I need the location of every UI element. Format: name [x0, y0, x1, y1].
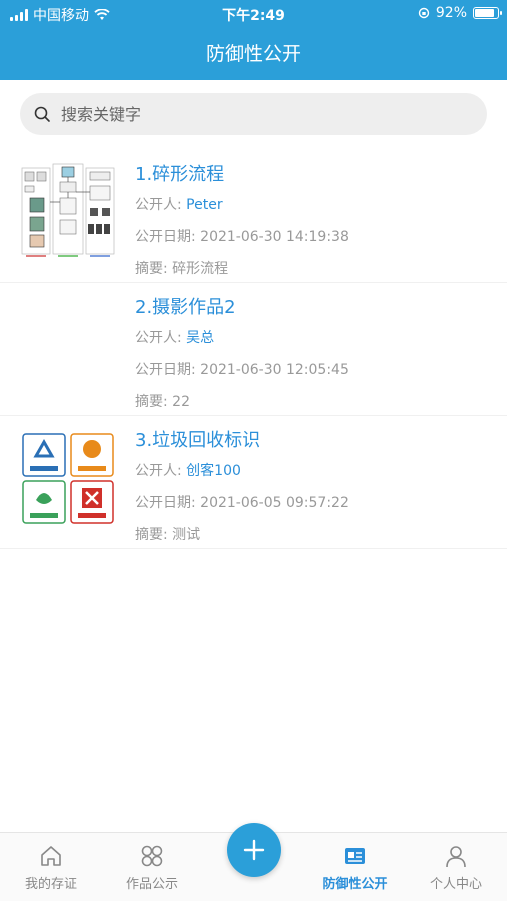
item-date: 公开日期: 2021-06-30 14:19:38: [135, 226, 349, 246]
date-value: 2021-06-05 09:57:22: [200, 495, 349, 511]
item-title: 2.摄影作品2: [135, 297, 236, 318]
tab-works-public[interactable]: 作品公示: [107, 843, 197, 892]
plus-icon: [243, 839, 265, 861]
empty-thumbnail: [20, 295, 116, 395]
date-value: 2021-06-30 12:05:45: [200, 362, 349, 378]
publisher-name: 吴总: [186, 330, 215, 346]
person-icon: [446, 846, 466, 868]
summary-label: 摘要:: [135, 527, 173, 543]
summary-label: 摘要:: [135, 261, 173, 277]
orientation-lock-icon: [418, 7, 430, 19]
date-label: 公开日期:: [135, 229, 201, 245]
publisher-label: 公开人:: [135, 330, 187, 346]
item-title: 1.碎形流程: [135, 164, 225, 185]
status-bar: 中国移动 下午2:49 92%: [0, 0, 507, 28]
id-card-icon: [345, 848, 365, 864]
item-date: 公开日期: 2021-06-05 09:57:22: [135, 492, 349, 512]
summary-value: 22: [172, 394, 190, 410]
summary-value: 碎形流程: [172, 261, 229, 277]
list-item[interactable]: 3.垃圾回收标识 公开人: 创客100 公开日期: 2021-06-05 09:…: [0, 416, 507, 549]
battery-percent: 92%: [435, 5, 467, 21]
search-input[interactable]: [59, 103, 463, 125]
tab-label: 个人中心: [429, 877, 482, 892]
search-bar[interactable]: [20, 93, 487, 135]
add-button[interactable]: [227, 823, 281, 877]
disclosure-list: 1.碎形流程 公开人: Peter 公开日期: 2021-06-30 14:19…: [0, 150, 507, 549]
flowchart-thumbnail: [20, 162, 116, 262]
summary-label: 摘要:: [135, 394, 173, 410]
date-label: 公开日期:: [135, 495, 201, 511]
home-icon: [41, 846, 61, 866]
tab-label: 作品公示: [125, 877, 178, 892]
item-publisher: 公开人: 创客100: [135, 460, 349, 480]
publisher-label: 公开人:: [135, 463, 187, 479]
date-label: 公开日期:: [135, 362, 201, 378]
summary-value: 测试: [172, 527, 201, 543]
tab-personal-center[interactable]: 个人中心: [411, 843, 501, 892]
item-publisher: 公开人: Peter: [135, 194, 349, 214]
tab-label: 防御性公开: [322, 877, 388, 892]
item-publisher: 公开人: 吴总: [135, 327, 349, 347]
item-summary: 摘要: 碎形流程: [135, 258, 349, 278]
publisher-name: Peter: [186, 197, 223, 213]
item-title: 3.垃圾回收标识: [135, 430, 261, 451]
recycling-icons-thumbnail: [22, 433, 114, 524]
tab-my-evidence[interactable]: 我的存证: [6, 843, 96, 892]
item-summary: 摘要: 测试: [135, 524, 349, 544]
tab-label: 我的存证: [24, 877, 77, 892]
page-title: 防御性公开: [0, 28, 507, 80]
search-icon: [34, 106, 50, 122]
item-date: 公开日期: 2021-06-30 12:05:45: [135, 359, 349, 379]
list-item[interactable]: 2.摄影作品2 公开人: 吴总 公开日期: 2021-06-30 12:05:4…: [0, 283, 507, 416]
tab-defensive-public[interactable]: 防御性公开: [310, 843, 400, 892]
list-item[interactable]: 1.碎形流程 公开人: Peter 公开日期: 2021-06-30 14:19…: [0, 150, 507, 283]
grid-icon: [141, 845, 163, 867]
date-value: 2021-06-30 14:19:38: [200, 229, 349, 245]
item-summary: 摘要: 22: [135, 391, 349, 411]
publisher-label: 公开人:: [135, 197, 187, 213]
battery-icon: [473, 7, 502, 19]
publisher-name: 创客100: [186, 463, 241, 479]
